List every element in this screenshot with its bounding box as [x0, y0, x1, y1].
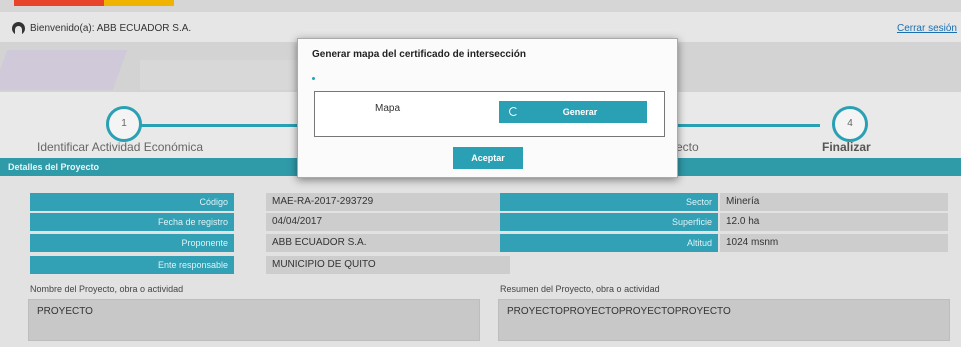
- page: Bienvenido(a): ABB ECUADOR S.A. Cerrar s…: [0, 0, 961, 347]
- accept-button[interactable]: Aceptar: [453, 147, 523, 169]
- generate-button[interactable]: Generar: [499, 101, 647, 123]
- dialog-marker: [312, 77, 315, 80]
- map-label: Mapa: [375, 103, 401, 114]
- generate-button-label: Generar: [562, 107, 598, 117]
- generate-map-dialog: Generar mapa del certificado de intersec…: [297, 38, 678, 178]
- dialog-title: Generar mapa del certificado de intersec…: [312, 49, 526, 60]
- map-panel: Mapa Generar: [314, 91, 665, 137]
